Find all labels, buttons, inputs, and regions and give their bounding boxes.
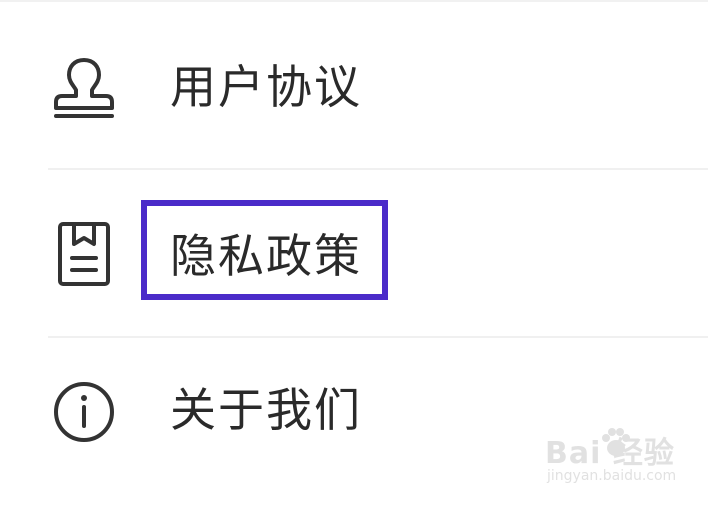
paw-logo-icon [602, 428, 630, 456]
watermark-url: jingyan.baidu.com [547, 468, 677, 484]
menu-label-user-agreement: 用户协议 [170, 60, 362, 114]
baidu-jingyan-watermark: Bai 经验 jingyan.baidu.com [545, 428, 703, 494]
user-stamp-icon [54, 58, 114, 118]
menu-label-privacy-policy: 隐私政策 [170, 229, 362, 283]
document-icon [58, 222, 110, 286]
info-icon [54, 382, 114, 442]
menu-item-privacy-policy[interactable]: 隐私政策 [0, 170, 708, 338]
menu-label-about-us: 关于我们 [170, 383, 362, 437]
menu-item-user-agreement[interactable]: 用户协议 [0, 2, 708, 170]
